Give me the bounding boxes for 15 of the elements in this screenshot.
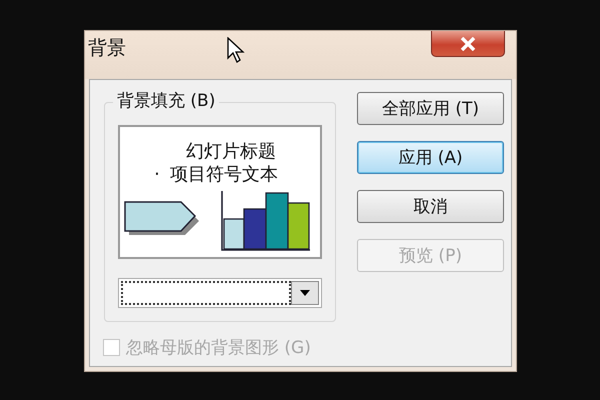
close-icon: [460, 36, 476, 50]
group-label: 背景填充 (B): [113, 89, 220, 112]
dialog-button[interactable]: 全部应用 (T): [357, 92, 504, 125]
preview-title: 幻灯片标题: [186, 141, 276, 163]
bullet-text: 项目符号文本: [170, 163, 278, 187]
dialog-button[interactable]: 取消: [357, 190, 504, 223]
bar-chart-icon: [221, 191, 311, 251]
close-button[interactable]: [431, 31, 505, 57]
bullet: ·: [154, 163, 160, 187]
cursor-icon: [227, 37, 245, 63]
window-title: 背景: [88, 36, 126, 61]
dialog-button[interactable]: 应用 (A): [357, 141, 504, 174]
color-dropdown[interactable]: [118, 278, 322, 308]
dropdown-arrow-icon: [300, 290, 310, 296]
checkbox-label: 忽略母版的背景图形 (G): [126, 337, 311, 359]
